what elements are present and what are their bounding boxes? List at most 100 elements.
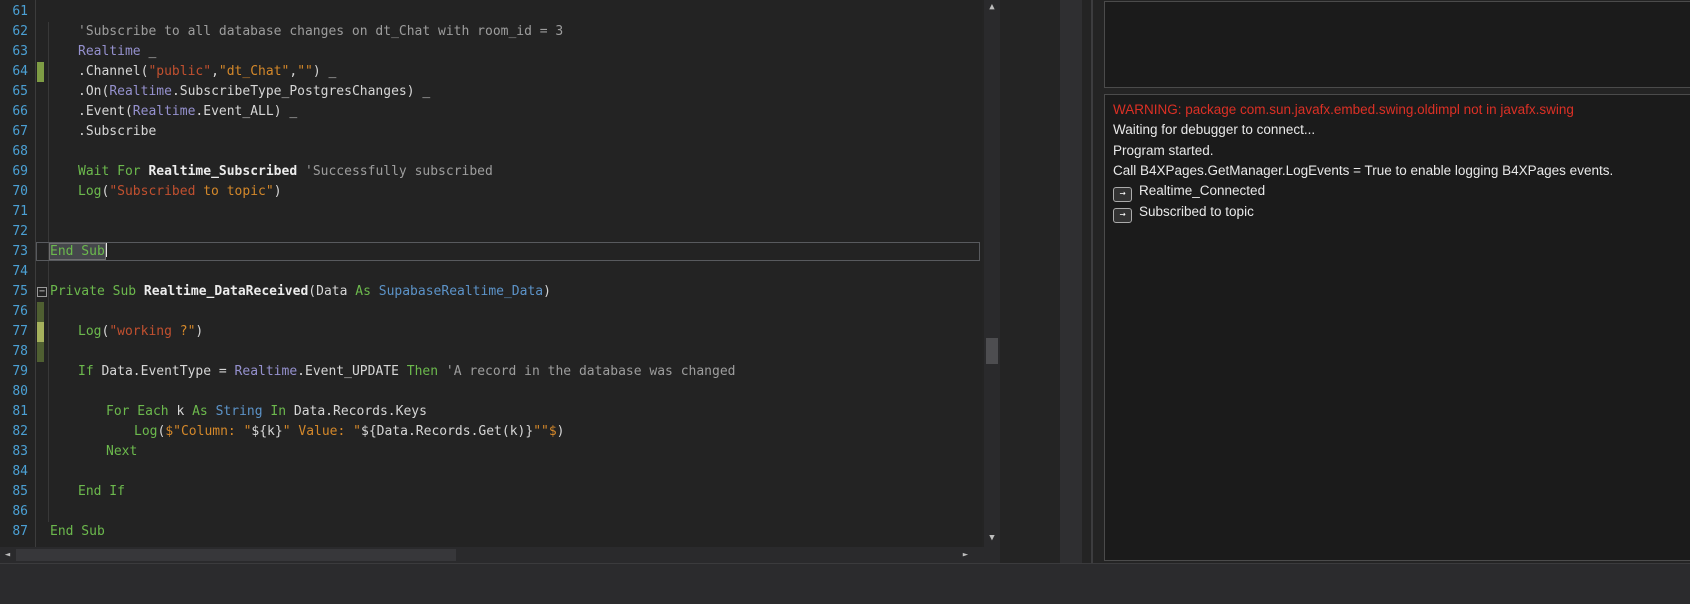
code-line[interactable]: 75−Private Sub Realtime_DataReceived(Dat… xyxy=(0,282,982,302)
code-line[interactable]: 65 .On(Realtime.SubscribeType_PostgresCha… xyxy=(0,82,982,102)
log-entry: WARNING: package com.sun.javafx.embed.sw… xyxy=(1113,100,1690,120)
code-token: .Event( xyxy=(78,104,133,119)
scroll-left-icon[interactable]: ◄ xyxy=(0,547,15,563)
line-number[interactable]: 79 xyxy=(0,362,28,382)
code-token: End Sub xyxy=(50,244,105,259)
code-line[interactable]: 72 xyxy=(0,222,982,242)
line-number[interactable]: 76 xyxy=(0,302,28,322)
line-number[interactable]: 75 xyxy=(0,282,28,302)
code-text: Log($"Column: "${k}" Value: "${Data.Reco… xyxy=(134,422,565,442)
code-line[interactable]: 66.Event(Realtime.Event_ALL) _ xyxy=(0,102,982,122)
code-token: SupabaseRealtime_Data xyxy=(379,284,543,299)
code-line[interactable]: 70Log("Subscribed to topic") xyxy=(0,182,982,202)
line-number[interactable]: 68 xyxy=(0,142,28,162)
code-line[interactable]: 69Wait For Realtime_Subscribed 'Successf… xyxy=(0,162,982,182)
code-line[interactable]: 80 xyxy=(0,382,982,402)
code-token: Realtime xyxy=(78,44,141,59)
code-line[interactable]: 63Realtime _ xyxy=(0,42,982,62)
line-number[interactable]: 83 xyxy=(0,442,28,462)
line-number[interactable]: 65 xyxy=(0,82,28,102)
horizontal-scrollbar-thumb[interactable] xyxy=(16,549,456,561)
code-text: .On(Realtime.SubscribeType_PostgresChang… xyxy=(78,82,430,102)
line-number[interactable]: 85 xyxy=(0,482,28,502)
scroll-right-icon[interactable]: ► xyxy=(958,547,973,563)
code-line[interactable]: 62'Subscribe to all database changes on … xyxy=(0,22,982,42)
editor-vertical-scrollbar[interactable]: ▲ ▼ xyxy=(984,0,1000,547)
line-number[interactable]: 63 xyxy=(0,42,28,62)
code-token: (Data xyxy=(308,284,355,299)
code-line[interactable]: 85End If xyxy=(0,482,982,502)
code-token: Wait For xyxy=(78,164,141,179)
code-line[interactable]: 76 xyxy=(0,302,982,322)
line-number[interactable]: 64 xyxy=(0,62,28,82)
code-token: $"Column: " xyxy=(165,424,251,439)
code-token: As xyxy=(355,284,371,299)
scroll-down-icon[interactable]: ▼ xyxy=(984,531,1000,546)
line-number[interactable]: 84 xyxy=(0,462,28,482)
line-number[interactable]: 71 xyxy=(0,202,28,222)
code-line[interactable]: 68 xyxy=(0,142,982,162)
code-text: Private Sub Realtime_DataReceived(Data A… xyxy=(50,282,551,302)
line-number[interactable]: 74 xyxy=(0,262,28,282)
line-number[interactable]: 80 xyxy=(0,382,28,402)
code-line[interactable]: 79If Data.EventType = Realtime.Event_UPD… xyxy=(0,362,982,382)
code-token: Realtime xyxy=(109,84,172,99)
line-number[interactable]: 86 xyxy=(0,502,28,522)
code-token: Data.EventType = xyxy=(94,364,235,379)
code-token: , xyxy=(211,64,219,79)
code-line[interactable]: 81For Each k As String In Data.Records.K… xyxy=(0,402,982,422)
code-token: Log xyxy=(78,184,101,199)
line-number[interactable]: 81 xyxy=(0,402,28,422)
code-token: ${k} xyxy=(251,424,282,439)
code-line[interactable]: 67.Subscribe xyxy=(0,122,982,142)
line-number[interactable]: 77 xyxy=(0,322,28,342)
log-entry: Program started. xyxy=(1113,141,1690,161)
code-token: "" xyxy=(297,64,313,79)
code-line[interactable]: 61 xyxy=(0,2,982,22)
code-line[interactable]: 87End Sub xyxy=(0,522,982,542)
code-line[interactable]: 64.Channel("public","dt_Chat","") _ xyxy=(0,62,982,82)
code-line[interactable]: 86 xyxy=(0,502,982,522)
log-entry-text: Program started. xyxy=(1113,143,1214,158)
code-token: ""$ xyxy=(533,424,556,439)
line-number[interactable]: 70 xyxy=(0,182,28,202)
code-line[interactable]: 77Log("working ?") xyxy=(0,322,982,342)
scroll-up-icon[interactable]: ▲ xyxy=(984,0,1000,15)
code-line[interactable]: 83 Next xyxy=(0,442,982,462)
vertical-scrollbar-thumb[interactable] xyxy=(986,338,998,364)
panel-splitter[interactable] xyxy=(1060,0,1082,563)
code-editor[interactable]: 6162'Subscribe to all database changes o… xyxy=(0,0,982,547)
code-line[interactable]: 71 xyxy=(0,202,982,222)
code-line[interactable]: 82 Log($"Column: "${k}" Value: "${Data.Re… xyxy=(0,422,982,442)
code-token: Realtime_DataReceived xyxy=(144,284,308,299)
code-line[interactable]: 78 xyxy=(0,342,982,362)
code-token: .On( xyxy=(78,84,109,99)
line-number[interactable]: 82 xyxy=(0,422,28,442)
event-arrow-icon: → xyxy=(1113,187,1132,202)
line-number[interactable]: 69 xyxy=(0,162,28,182)
code-token: to topic" xyxy=(195,184,273,199)
code-token: Log xyxy=(78,324,101,339)
line-number[interactable]: 87 xyxy=(0,522,28,542)
code-token: Realtime_Subscribed xyxy=(148,164,297,179)
logs-panel[interactable]: WARNING: package com.sun.javafx.embed.sw… xyxy=(1104,94,1690,561)
log-entry: →Subscribed to topic xyxy=(1113,202,1690,223)
line-number[interactable]: 61 xyxy=(0,2,28,22)
log-entry-text: Waiting for debugger to connect... xyxy=(1113,122,1315,137)
line-number[interactable]: 72 xyxy=(0,222,28,242)
code-token: .Channel( xyxy=(78,64,148,79)
fold-toggle-icon[interactable]: − xyxy=(37,287,47,297)
editor-horizontal-scrollbar[interactable]: ◄ ► xyxy=(0,547,1000,563)
line-number[interactable]: 62 xyxy=(0,22,28,42)
line-number[interactable]: 67 xyxy=(0,122,28,142)
line-number[interactable]: 73 xyxy=(0,242,28,262)
code-line[interactable]: 74 xyxy=(0,262,982,282)
code-token: Next xyxy=(106,444,137,459)
code-token: Private Sub xyxy=(50,284,136,299)
code-line[interactable]: 84 xyxy=(0,462,982,482)
line-number[interactable]: 78 xyxy=(0,342,28,362)
code-line[interactable]: 73 End Sub xyxy=(0,242,982,262)
line-number[interactable]: 66 xyxy=(0,102,28,122)
code-token: ) xyxy=(274,184,282,199)
code-token: As xyxy=(192,404,208,419)
